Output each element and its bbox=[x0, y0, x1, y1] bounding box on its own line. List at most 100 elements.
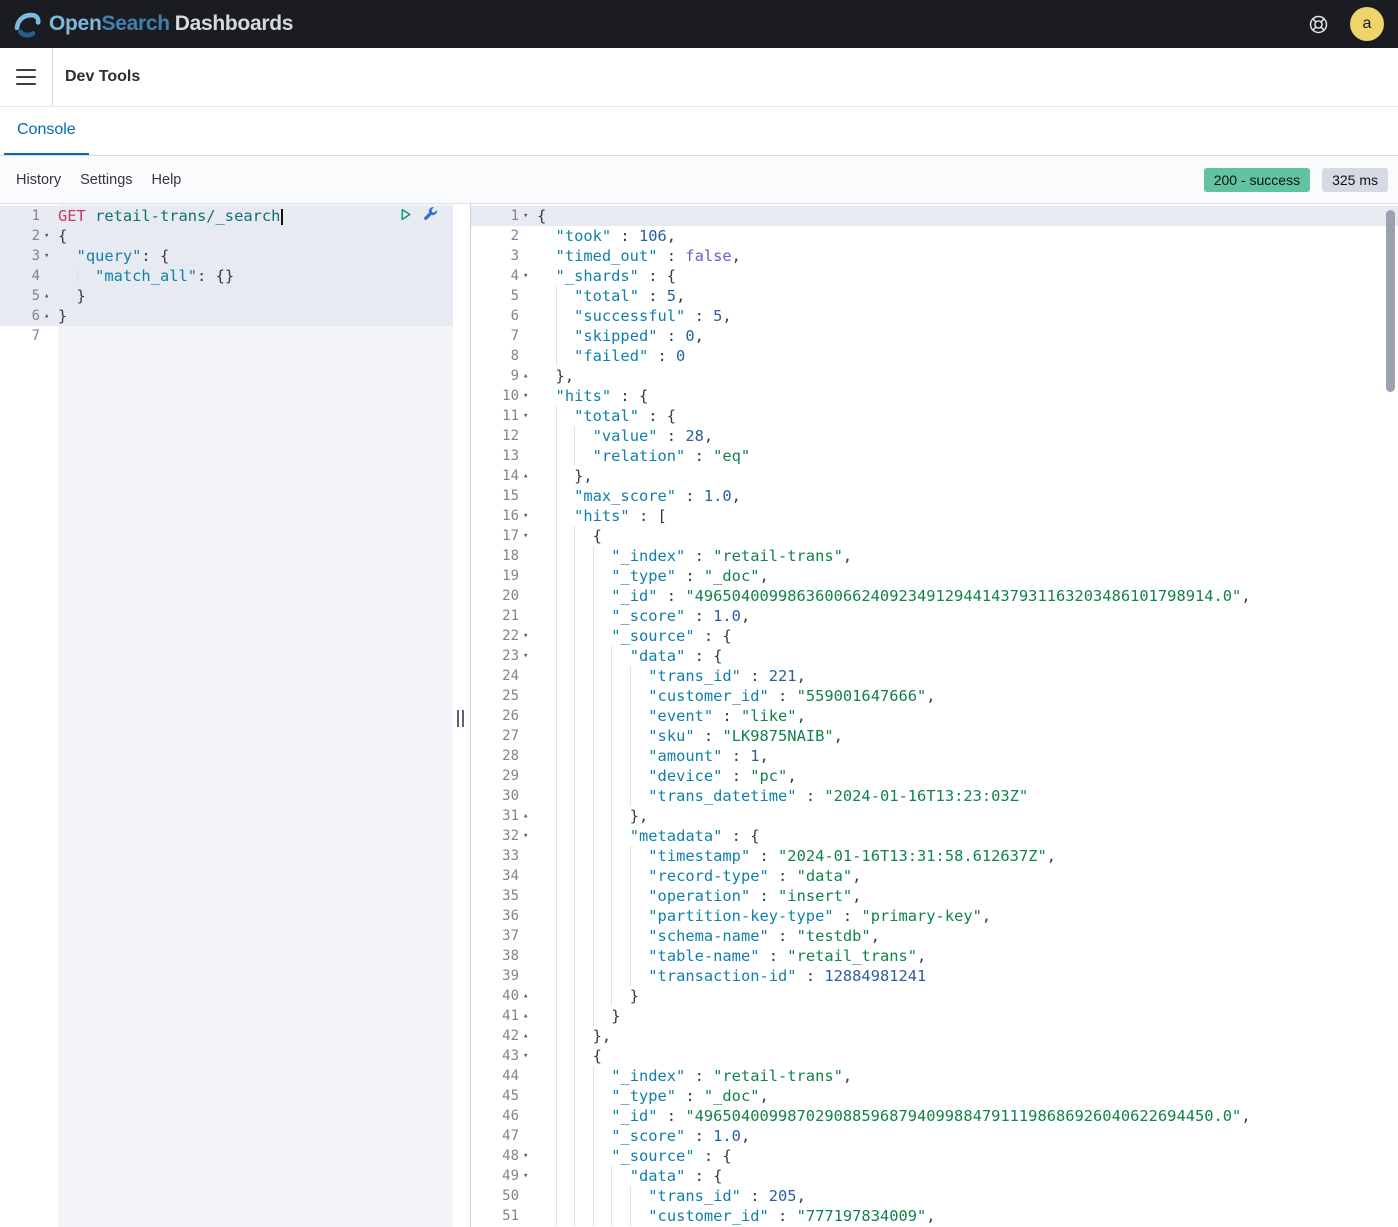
opensearch-logo[interactable]: OpenSearchDashboards bbox=[14, 11, 293, 38]
help-menu-button[interactable] bbox=[1307, 13, 1329, 35]
response-code-line[interactable]: 39"transaction-id" : 12884981241 bbox=[471, 966, 1398, 986]
fold-toggle-icon[interactable]: ▴ bbox=[519, 366, 537, 386]
response-code-line[interactable]: 34"record-type" : "data", bbox=[471, 866, 1398, 886]
response-code-line[interactable]: 29"device" : "pc", bbox=[471, 766, 1398, 786]
response-code-line[interactable]: 35"operation" : "insert", bbox=[471, 886, 1398, 906]
response-code-line[interactable]: 38"table-name" : "retail_trans", bbox=[471, 946, 1398, 966]
fold-toggle-icon[interactable]: ▾ bbox=[40, 246, 58, 266]
response-code-line[interactable]: 25"customer_id" : "559001647666", bbox=[471, 686, 1398, 706]
fold-toggle-icon[interactable]: ▾ bbox=[519, 646, 537, 666]
response-code-line[interactable]: 47"_score" : 1.0, bbox=[471, 1126, 1398, 1146]
line-gutter: 44 bbox=[471, 1066, 537, 1086]
response-code-line[interactable]: 45"_type" : "_doc", bbox=[471, 1086, 1398, 1106]
fold-toggle-icon[interactable]: ▴ bbox=[519, 986, 537, 1006]
response-code-line[interactable]: 3"timed_out" : false, bbox=[471, 246, 1398, 266]
response-code-line[interactable]: 51"customer_id" : "777197834009", bbox=[471, 1206, 1398, 1226]
response-code-line[interactable]: 1▾{ bbox=[471, 206, 1398, 226]
response-code-line[interactable]: 19"_type" : "_doc", bbox=[471, 566, 1398, 586]
response-code-line[interactable]: 16▾"hits" : [ bbox=[471, 506, 1398, 526]
fold-toggle-icon[interactable]: ▴ bbox=[519, 1026, 537, 1046]
response-code-line[interactable]: 32▾"metadata" : { bbox=[471, 826, 1398, 846]
response-code-line[interactable]: 7"skipped" : 0, bbox=[471, 326, 1398, 346]
code-text: "partition-key-type" : "primary-key", bbox=[537, 906, 991, 926]
response-code-line[interactable]: 17▾{ bbox=[471, 526, 1398, 546]
menu-item-help[interactable]: Help bbox=[152, 172, 182, 188]
fold-toggle-icon[interactable]: ▾ bbox=[519, 626, 537, 646]
response-code-line[interactable]: 43▾{ bbox=[471, 1046, 1398, 1066]
request-code-line[interactable]: 1GET retail-trans/_search bbox=[0, 206, 453, 226]
response-code-line[interactable]: 31▴}, bbox=[471, 806, 1398, 826]
response-code-line[interactable]: 8"failed" : 0 bbox=[471, 346, 1398, 366]
response-code-line[interactable]: 12"value" : 28, bbox=[471, 426, 1398, 446]
response-code-line[interactable]: 46"_id" : "49650400998702908859687940998… bbox=[471, 1106, 1398, 1126]
response-code-line[interactable]: 50"trans_id" : 205, bbox=[471, 1186, 1398, 1206]
response-code-line[interactable]: 13"relation" : "eq" bbox=[471, 446, 1398, 466]
fold-toggle-icon[interactable]: ▴ bbox=[40, 306, 58, 326]
panel-splitter[interactable] bbox=[453, 204, 470, 1227]
response-code-line[interactable]: 21"_score" : 1.0, bbox=[471, 606, 1398, 626]
request-code-line[interactable]: 3▾"query": { bbox=[0, 246, 453, 266]
fold-toggle-icon[interactable]: ▾ bbox=[519, 826, 537, 846]
request-code-line[interactable]: 4"match_all": {} bbox=[0, 266, 453, 286]
response-code-line[interactable]: 9▴}, bbox=[471, 366, 1398, 386]
fold-toggle-icon[interactable]: ▴ bbox=[519, 466, 537, 486]
fold-toggle-icon[interactable]: ▴ bbox=[40, 286, 58, 306]
response-code-line[interactable]: 36"partition-key-type" : "primary-key", bbox=[471, 906, 1398, 926]
response-code-line[interactable]: 22▾"_source" : { bbox=[471, 626, 1398, 646]
menu-item-settings[interactable]: Settings bbox=[80, 172, 132, 188]
response-code-line[interactable]: 30"trans_datetime" : "2024-01-16T13:23:0… bbox=[471, 786, 1398, 806]
response-code-line[interactable]: 27"sku" : "LK9875NAIB", bbox=[471, 726, 1398, 746]
response-code-line[interactable]: 20"_id" : "49650400998636006624092349129… bbox=[471, 586, 1398, 606]
fold-toggle-icon[interactable]: ▴ bbox=[519, 1006, 537, 1026]
fold-toggle-icon[interactable]: ▾ bbox=[519, 1146, 537, 1166]
app-header: OpenSearchDashboards a bbox=[0, 0, 1398, 48]
request-options-button[interactable] bbox=[422, 207, 438, 223]
response-code-line[interactable]: 41▴} bbox=[471, 1006, 1398, 1026]
response-code-line[interactable]: 14▴}, bbox=[471, 466, 1398, 486]
line-number: 14 bbox=[471, 466, 519, 486]
fold-toggle-icon[interactable]: ▾ bbox=[519, 406, 537, 426]
response-code-line[interactable]: 10▾"hits" : { bbox=[471, 386, 1398, 406]
response-code-line[interactable]: 33"timestamp" : "2024-01-16T13:31:58.612… bbox=[471, 846, 1398, 866]
fold-toggle-icon[interactable]: ▾ bbox=[519, 1046, 537, 1066]
hamburger-menu-button[interactable] bbox=[0, 48, 53, 106]
request-code-line[interactable]: 6▴} bbox=[0, 306, 453, 326]
response-code-line[interactable]: 4▾"_shards" : { bbox=[471, 266, 1398, 286]
request-code-line[interactable]: 5▴} bbox=[0, 286, 453, 306]
response-code-line[interactable]: 6"successful" : 5, bbox=[471, 306, 1398, 326]
response-code-line[interactable]: 5"total" : 5, bbox=[471, 286, 1398, 306]
response-code-line[interactable]: 40▴} bbox=[471, 986, 1398, 1006]
request-code-line[interactable]: 7 bbox=[0, 326, 453, 346]
response-code-line[interactable]: 26"event" : "like", bbox=[471, 706, 1398, 726]
line-number: 22 bbox=[471, 626, 519, 646]
fold-toggle-icon[interactable]: ▾ bbox=[519, 506, 537, 526]
fold-toggle-icon[interactable]: ▾ bbox=[519, 266, 537, 286]
fold-toggle-icon[interactable]: ▾ bbox=[519, 1166, 537, 1186]
user-avatar[interactable]: a bbox=[1350, 7, 1384, 41]
response-code-line[interactable]: 42▴}, bbox=[471, 1026, 1398, 1046]
request-code-line[interactable]: 2▾{ bbox=[0, 226, 453, 246]
response-code-line[interactable]: 49▾"data" : { bbox=[471, 1166, 1398, 1186]
request-editor[interactable]: 1GET retail-trans/_search2▾{3▾"query": {… bbox=[0, 204, 453, 1227]
response-code-line[interactable]: 2"took" : 106, bbox=[471, 226, 1398, 246]
tab-console[interactable]: Console bbox=[4, 107, 89, 155]
send-request-button[interactable] bbox=[397, 207, 413, 223]
response-viewer[interactable]: 1▾{2"took" : 106,3"timed_out" : false,4▾… bbox=[470, 204, 1398, 1227]
menu-item-history[interactable]: History bbox=[16, 172, 61, 188]
response-code-line[interactable]: 24"trans_id" : 221, bbox=[471, 666, 1398, 686]
fold-toggle-icon[interactable]: ▴ bbox=[519, 806, 537, 826]
response-code-line[interactable]: 44"_index" : "retail-trans", bbox=[471, 1066, 1398, 1086]
response-code-line[interactable]: 48▾"_source" : { bbox=[471, 1146, 1398, 1166]
response-code-line[interactable]: 23▾"data" : { bbox=[471, 646, 1398, 666]
scrollbar-thumb[interactable] bbox=[1386, 210, 1395, 392]
fold-toggle-icon[interactable]: ▾ bbox=[519, 386, 537, 406]
fold-toggle-icon[interactable]: ▾ bbox=[519, 206, 537, 226]
response-code-line[interactable]: 15"max_score" : 1.0, bbox=[471, 486, 1398, 506]
response-code-line[interactable]: 37"schema-name" : "testdb", bbox=[471, 926, 1398, 946]
response-code-line[interactable]: 11▾"total" : { bbox=[471, 406, 1398, 426]
response-scrollbar[interactable] bbox=[1385, 208, 1396, 1223]
response-code-line[interactable]: 28"amount" : 1, bbox=[471, 746, 1398, 766]
fold-toggle-icon[interactable]: ▾ bbox=[40, 226, 58, 246]
response-code-line[interactable]: 18"_index" : "retail-trans", bbox=[471, 546, 1398, 566]
fold-toggle-icon[interactable]: ▾ bbox=[519, 526, 537, 546]
